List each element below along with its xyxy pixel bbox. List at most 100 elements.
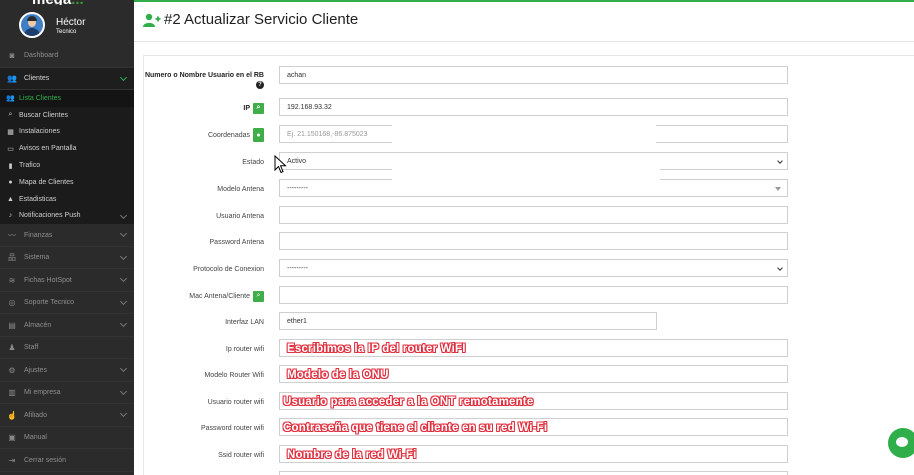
password-antena-label: Password Antena <box>209 238 264 246</box>
sidebar-submenu: 👥 Lista Clientes ⌕ Buscar Clientes ▦ Instalac… <box>0 90 134 225</box>
row-next <box>144 471 914 475</box>
sidebar-item-ajustes[interactable]: ⚙ Ajustes <box>0 359 134 382</box>
submenu-item-label: Trafico <box>19 162 41 170</box>
ip-label: IP ⌕ <box>243 98 264 118</box>
user-plus-icon <box>143 13 161 27</box>
line-chart-icon: 〰 <box>8 230 16 240</box>
submenu-item-mapa-de-clientes[interactable]: ● Mapa de Clientes <box>0 174 134 191</box>
user-profile[interactable]: Héctor Tecnico <box>0 8 134 42</box>
sidebar-item-label: Cerrar sesión <box>24 456 67 464</box>
password-router-wifi-input[interactable]: Contraseña que tiene el cliente en su re… <box>279 418 788 436</box>
modelo-router-wifi-input[interactable]: Modelo de la ONU <box>279 365 788 383</box>
submenu-item-estadisticas[interactable]: ▲ Estadisticas <box>0 191 134 208</box>
row-usuario-router-wifi: Usuario router wifi Usuario para acceder… <box>144 392 914 412</box>
sidebar-item-label: Afiliado <box>24 411 47 419</box>
usuario-router-wifi-input[interactable]: Usuario para acceder a la ONT remotament… <box>279 392 788 410</box>
submenu-item-buscar-clientes[interactable]: ⌕ Buscar Clientes <box>0 107 134 124</box>
password-antena-input[interactable] <box>279 232 788 250</box>
sidebar-item-almac-n[interactable]: ▤ Almacén <box>0 314 134 337</box>
submenu-item-avisos-en-pantalla[interactable]: ▭ Avisos en Pantalla <box>0 140 134 157</box>
password-router-wifi-label: Password router wifi <box>200 424 264 432</box>
row-modelo-antena: Modelo Antena --------- <box>144 179 914 199</box>
sidebar-item-soporte-tecnico[interactable]: ◎ Soporte Tecnico <box>0 292 134 315</box>
users-icon: 👥 <box>7 73 17 83</box>
submenu-item-lista-clientes[interactable]: 👥 Lista Clientes <box>0 90 134 107</box>
interfaz-lan-input[interactable]: ether1 <box>279 312 657 330</box>
sidebar-item-sistema[interactable]: 品 Sistema <box>0 247 134 270</box>
sidebar-item-clientes[interactable]: 👥 Clientes <box>0 67 134 90</box>
modelo-router-wifi-label: Modelo Router Wifi <box>204 371 264 379</box>
row-modelo-router-wifi: Modelo Router Wifi Modelo de la ONU <box>144 365 914 385</box>
mouse-cursor-icon <box>274 155 287 174</box>
cogs-icon: ⚙ <box>8 365 16 375</box>
search-icon[interactable]: ⌕ <box>253 290 264 302</box>
sidebar-item-dashboard[interactable]: ◙ Dashboard <box>0 45 134 68</box>
row-interfaz-lan: Interfaz LAN ether1 <box>144 312 914 332</box>
sitemap-icon: 品 <box>8 253 16 263</box>
life-ring-icon: ◎ <box>8 298 16 308</box>
area-chart-icon: ▲ <box>7 195 14 203</box>
wifi-icon: ≋ <box>8 275 16 285</box>
submenu-item-label: Lista Clientes <box>19 94 62 102</box>
protocolo-label: Protocolo de Conexion <box>193 265 264 273</box>
sidebar-item-afiliado[interactable]: ☝ Afiliado <box>0 404 134 427</box>
brand-name: mega <box>32 0 71 5</box>
sign-out-icon: ⇥ <box>8 455 16 465</box>
brand-logo[interactable]: mega... <box>32 0 102 5</box>
chevron-down-icon <box>119 410 128 418</box>
next-input[interactable] <box>279 471 788 475</box>
ip-router-wifi-input[interactable]: Escribimos la IP del router WiFI <box>279 339 788 357</box>
row-password-antena: Password Antena <box>144 232 914 252</box>
row-password-router-wifi: Password router wifi Contraseña que tien… <box>144 418 914 438</box>
monitor-icon: ▭ <box>7 145 14 153</box>
coordenadas-label: Coordenadas ● <box>208 125 264 145</box>
sidebar-item-finanzas[interactable]: 〰 Finanzas <box>0 224 134 247</box>
modelo-antena-select[interactable]: --------- <box>279 179 788 197</box>
user-name: Héctor <box>56 17 86 28</box>
app-window: mega... Héctor Tecnico ◙ Dashboard 👥 Client… <box>0 0 914 475</box>
staff-icon: ♟ <box>8 343 16 353</box>
row-usuario-antena: Usuario Antena <box>144 206 914 226</box>
chevron-down-icon <box>777 265 783 271</box>
sidebar-item-label: Almacén <box>24 321 52 329</box>
ssid-router-wifi-input[interactable]: Nombre de la red Wi-Fi <box>279 445 788 463</box>
sidebar: mega... Héctor Tecnico ◙ Dashboard 👥 Client… <box>0 0 134 475</box>
sidebar-item-staff[interactable]: ♟ Staff <box>0 337 134 360</box>
submenu-item-label: Estadisticas <box>19 195 57 203</box>
row-ip-router-wifi: Ip router wifi Escribimos la IP del rout… <box>144 339 914 359</box>
map-marker-icon[interactable]: ● <box>253 128 264 142</box>
row-usuario-rb: Numero o Nombre Usuario en el RB? achan <box>144 66 914 90</box>
submenu-item-notificaciones-push[interactable]: ♪ Notificaciones Push <box>0 208 134 225</box>
sidebar-item-label: Finanzas <box>24 231 53 239</box>
sidebar-item-mi-empresa[interactable]: ▥ Mi empresa <box>0 382 134 405</box>
usuario-antena-input[interactable] <box>279 206 788 224</box>
redaction-patch <box>392 121 656 148</box>
interfaz-lan-label: Interfaz LAN <box>225 318 264 326</box>
user-role: Tecnico <box>56 29 77 35</box>
protocolo-select[interactable]: --------- <box>279 259 788 277</box>
submenu-item-trafico[interactable]: ▮ Trafico <box>0 157 134 174</box>
page-header: #2 Actualizar Servicio Cliente <box>134 2 914 42</box>
sidebar-item-manual[interactable]: ▣ Manual <box>0 427 134 450</box>
annotation-text: Modelo de la ONU <box>287 369 389 381</box>
sidebar-nav: ◙ Dashboard 👥 Clientes 👥 Lista Clientes ⌕ Busca… <box>0 45 134 472</box>
sidebar-item-cerrar-sesi-n[interactable]: ⇥ Cerrar sesión <box>0 449 134 472</box>
thumbs-up-icon: ☝ <box>7 410 17 420</box>
search-icon[interactable]: ⌕ <box>253 102 264 114</box>
sidebar-item-label: Sistema <box>24 254 50 262</box>
help-icon[interactable]: ? <box>256 81 264 90</box>
chevron-down-icon <box>119 212 128 220</box>
chevron-down-icon <box>119 387 128 395</box>
mac-antena-label: Mac Antena/Cliente ⌕ <box>189 286 264 306</box>
submenu-item-instalaciones[interactable]: ▦ Instalaciones <box>0 124 134 141</box>
usuario-rb-input[interactable]: achan <box>279 66 788 84</box>
redaction-patch <box>392 100 537 115</box>
row-protocolo: Protocolo de Conexion --------- <box>144 259 914 279</box>
sidebar-item-label: Clientes <box>24 74 50 82</box>
submenu-item-label: Buscar Clientes <box>19 111 69 119</box>
sidebar-item-fichas-hotspot[interactable]: ≋ Fichas HotSpot <box>0 269 134 292</box>
calendar-icon: ▦ <box>7 128 14 136</box>
chat-widget-button[interactable] <box>888 428 914 458</box>
map-marker-icon: ● <box>8 178 13 186</box>
mac-antena-input[interactable] <box>279 286 788 304</box>
